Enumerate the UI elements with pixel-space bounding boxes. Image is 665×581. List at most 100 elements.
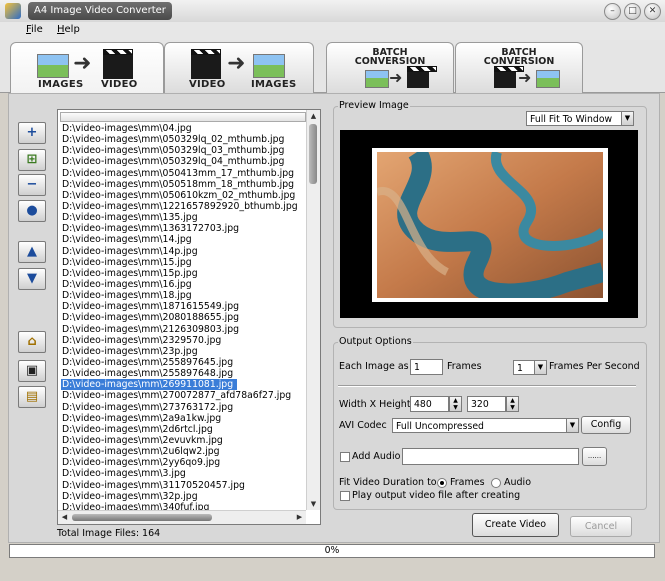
- list-item[interactable]: D:\video-images\mm\255897648.jpg: [61, 368, 307, 379]
- total-files-label: Total Image Files: 164: [57, 528, 161, 539]
- save-list-button[interactable]: ▣: [18, 360, 46, 382]
- menu-help[interactable]: Help: [57, 24, 80, 35]
- add-folder-button[interactable]: ⊞: [18, 149, 46, 171]
- height-spinner-icon[interactable]: ▲ ▼: [506, 396, 519, 412]
- tab-video-to-images[interactable]: ➜ VIDEO IMAGES: [164, 42, 314, 93]
- add-image-button[interactable]: +: [18, 122, 46, 144]
- browse-audio-button[interactable]: ......: [582, 447, 607, 466]
- audio-file-input[interactable]: [402, 448, 579, 465]
- list-item[interactable]: D:\video-images\mm\255897645.jpg: [61, 357, 307, 368]
- list-item[interactable]: D:\video-images\mm\1871615549.jpg: [61, 301, 307, 312]
- list-item[interactable]: D:\video-images\mm\050329lq_04_mthumb.jp…: [61, 156, 307, 167]
- progress-text: 0%: [324, 545, 340, 556]
- vertical-scroll-thumb[interactable]: [309, 124, 317, 184]
- arrow-right-icon: ➜: [389, 68, 403, 87]
- horizontal-scroll-thumb[interactable]: [72, 514, 212, 521]
- chevron-down-icon[interactable]: ▼: [621, 111, 634, 126]
- tab-images-to-video[interactable]: ➜ IMAGES VIDEO: [10, 42, 164, 93]
- list-item[interactable]: D:\video-images\mm\2u6lqw2.jpg: [61, 446, 307, 457]
- load-list-button[interactable]: ▤: [18, 386, 46, 408]
- list-item[interactable]: D:\video-images\mm\16.jpg: [61, 279, 307, 290]
- list-item[interactable]: D:\video-images\mm\2080188655.jpg: [61, 312, 307, 323]
- height-input[interactable]: 320: [467, 396, 506, 412]
- chevron-down-icon[interactable]: ▼: [566, 418, 579, 433]
- list-item[interactable]: D:\video-images\mm\3.jpg: [61, 468, 307, 479]
- tab-to-label: VIDEO: [101, 79, 138, 90]
- tab-batch-video-to-images[interactable]: BATCH CONVERSION ➜: [455, 42, 583, 93]
- image-file-list[interactable]: D:\video-images\mm\04.jpg D:\video-images…: [57, 109, 321, 525]
- list-item[interactable]: D:\video-images\mm\050413mm_17_mthumb.jp…: [61, 168, 307, 179]
- divider: [338, 385, 636, 387]
- move-down-button[interactable]: ▼: [18, 268, 46, 290]
- list-item[interactable]: D:\video-images\mm\1221657892920_bthumb.…: [61, 201, 307, 212]
- scroll-left-icon[interactable]: ◀: [58, 511, 71, 523]
- frames-per-image-input[interactable]: 1: [410, 359, 443, 375]
- list-item[interactable]: D:\video-images\mm\2evuvkm.jpg: [61, 435, 307, 446]
- list-item[interactable]: D:\video-images\mm\2a9a1kw.jpg: [61, 413, 307, 424]
- minimize-button[interactable]: –: [604, 3, 621, 20]
- play-after-label: Play output video file after creating: [352, 490, 521, 501]
- list-item[interactable]: D:\video-images\mm\050610kzm_02_mthumb.j…: [61, 190, 307, 201]
- list-item[interactable]: D:\video-images\mm\273763172.jpg: [61, 402, 307, 413]
- title-bar[interactable]: A4 Image Video Converter – □ ✕: [0, 0, 665, 23]
- fps-select[interactable]: 1: [513, 360, 535, 375]
- clapperboard-icon: [494, 66, 524, 88]
- play-after-checkbox[interactable]: [340, 491, 350, 501]
- width-spinner-icon[interactable]: ▲ ▼: [449, 396, 462, 412]
- tab-batch-images-to-video[interactable]: BATCH CONVERSION ➜: [326, 42, 454, 93]
- config-button[interactable]: Config: [581, 416, 631, 434]
- cancel-button[interactable]: Cancel: [570, 516, 632, 537]
- list-item[interactable]: D:\video-images\mm\050329lq_02_mthumb.jp…: [61, 134, 307, 145]
- list-item[interactable]: D:\video-images\mm\18.jpg: [61, 290, 307, 301]
- fit-duration-label: Fit Video Duration to: [339, 477, 437, 488]
- scroll-right-icon[interactable]: ▶: [293, 511, 306, 523]
- list-item[interactable]: D:\video-images\mm\15p.jpg: [61, 268, 307, 279]
- vertical-scrollbar[interactable]: ▲ ▼: [306, 110, 320, 510]
- remove-image-button[interactable]: −: [18, 174, 46, 196]
- move-up-button[interactable]: ▲: [18, 241, 46, 263]
- fit-audio-radio[interactable]: [491, 478, 501, 488]
- list-item[interactable]: D:\video-images\mm\32p.jpg: [61, 491, 307, 502]
- codec-select[interactable]: Full Uncompressed: [392, 418, 567, 433]
- list-item[interactable]: D:\video-images\mm\15.jpg: [61, 257, 307, 268]
- scroll-up-icon[interactable]: ▲: [307, 110, 320, 122]
- tab-batch-label: BATCH CONVERSION: [354, 47, 426, 67]
- chevron-down-icon[interactable]: ▼: [534, 360, 547, 375]
- list-item[interactable]: D:\video-images\mm\2126309803.jpg: [61, 324, 307, 335]
- list-item[interactable]: D:\video-images\mm\2329570.jpg: [61, 335, 307, 346]
- add-audio-checkbox[interactable]: [340, 452, 350, 462]
- list-item[interactable]: D:\video-images\mm\14p.jpg: [61, 246, 307, 257]
- list-item[interactable]: D:\video-images\mm\050329lq_03_mthumb.jp…: [61, 145, 307, 156]
- maximize-button[interactable]: □: [624, 3, 641, 20]
- create-video-button[interactable]: Create Video: [472, 513, 559, 537]
- menu-file[interactable]: File: [26, 24, 43, 35]
- list-item[interactable]: D:\video-images\mm\04.jpg: [61, 123, 307, 134]
- open-list-button[interactable]: ⌂: [18, 331, 46, 353]
- list-item[interactable]: D:\video-images\mm\269911081.jpg: [61, 379, 238, 391]
- horizontal-scrollbar[interactable]: ◀ ▶: [58, 510, 306, 524]
- image-icon: [253, 54, 285, 78]
- preview-frame: [372, 148, 608, 302]
- width-height-label: Width X Height: [339, 399, 411, 410]
- list-item[interactable]: D:\video-images\mm\14.jpg: [61, 234, 307, 245]
- arrow-right-icon: ➜: [227, 51, 246, 76]
- tab-batch-label: BATCH CONVERSION: [483, 47, 555, 67]
- clear-list-button[interactable]: ●: [18, 200, 46, 222]
- scroll-down-icon[interactable]: ▼: [307, 498, 320, 510]
- list-item[interactable]: D:\video-images\mm\270072877_afd78a6f27.…: [61, 390, 307, 401]
- width-input[interactable]: 480: [410, 396, 449, 412]
- fit-mode-select[interactable]: Full Fit To Window: [526, 111, 622, 126]
- clapperboard-icon: [407, 66, 437, 88]
- list-item[interactable]: D:\video-images\mm\2yy6qo9.jpg: [61, 457, 307, 468]
- list-item[interactable]: D:\video-images\mm\050518mm_18_mthumb.jp…: [61, 179, 307, 190]
- tab-from-label: VIDEO: [189, 79, 226, 90]
- list-item[interactable]: D:\video-images\mm\1363172703.jpg: [61, 223, 307, 234]
- fit-frames-radio[interactable]: [437, 478, 447, 488]
- tab-from-label: IMAGES: [38, 79, 84, 90]
- list-item[interactable]: D:\video-images\mm\135.jpg: [61, 212, 307, 223]
- close-button[interactable]: ✕: [644, 3, 661, 20]
- fit-frames-label: Frames: [450, 477, 485, 488]
- list-item[interactable]: D:\video-images\mm\31170520457.jpg: [61, 480, 307, 491]
- list-item[interactable]: D:\video-images\mm\2d6rtcl.jpg: [61, 424, 307, 435]
- list-item[interactable]: D:\video-images\mm\23p.jpg: [61, 346, 307, 357]
